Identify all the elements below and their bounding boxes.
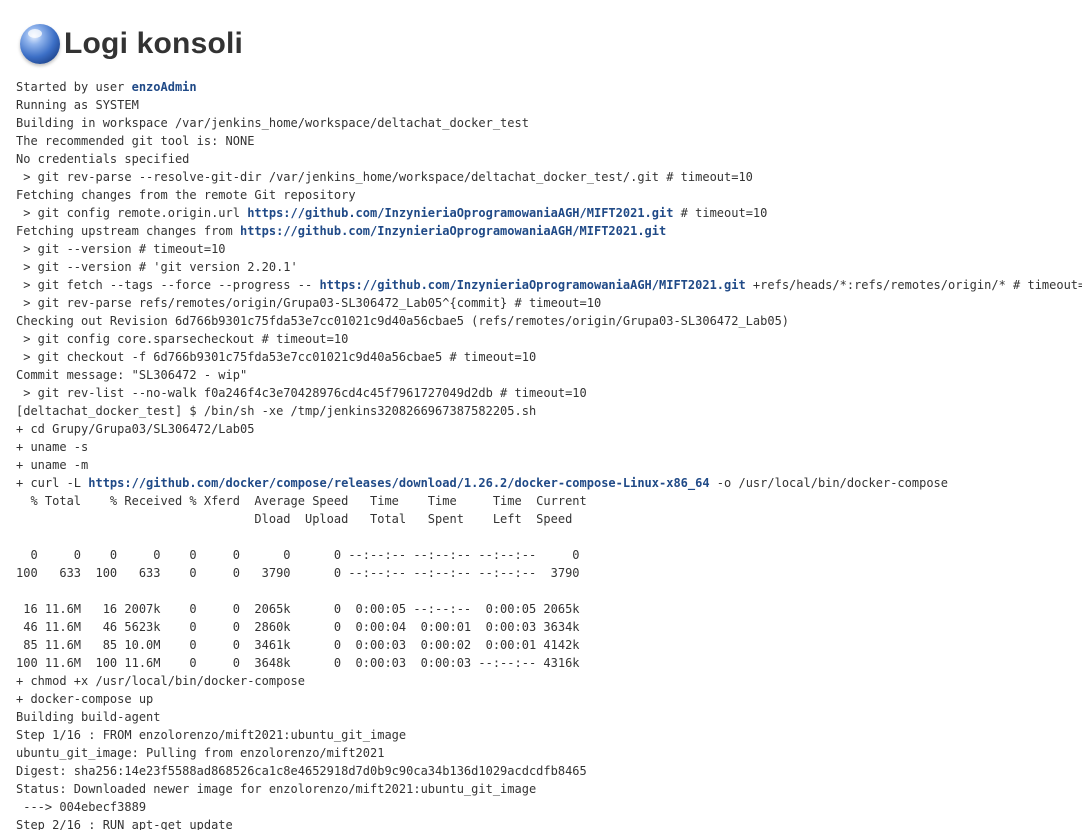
console-line: > git fetch --tags --force --progress --… xyxy=(16,276,1082,294)
console-text: % Total % Received % Xferd Average Speed… xyxy=(16,494,587,508)
console-line: > git config remote.origin.url https://g… xyxy=(16,204,1082,222)
console-link[interactable]: https://github.com/docker/compose/releas… xyxy=(88,476,709,490)
console-link[interactable]: https://github.com/InzynieriaOprogramowa… xyxy=(240,224,666,238)
console-link[interactable]: https://github.com/InzynieriaOprogramowa… xyxy=(247,206,673,220)
console-line: Commit message: "SL306472 - wip" xyxy=(16,366,1082,384)
console-text: Commit message: "SL306472 - wip" xyxy=(16,368,248,382)
console-line: Building in workspace /var/jenkins_home/… xyxy=(16,114,1082,132)
console-line: 0 0 0 0 0 0 0 0 --:--:-- --:--:-- --:--:… xyxy=(16,546,1082,564)
console-text: > git rev-parse --resolve-git-dir /var/j… xyxy=(16,170,753,184)
console-line: + chmod +x /usr/local/bin/docker-compose xyxy=(16,672,1082,690)
console-text: # timeout=10 xyxy=(673,206,768,220)
console-line: ubuntu_git_image: Pulling from enzoloren… xyxy=(16,744,1082,762)
console-text: ubuntu_git_image: Pulling from enzoloren… xyxy=(16,746,385,760)
console-text: > git --version # 'git version 2.20.1' xyxy=(16,260,298,274)
console-line: ---> 004ebecf3889 xyxy=(16,798,1082,816)
console-line: > git rev-list --no-walk f0a246f4c3e7042… xyxy=(16,384,1082,402)
console-line: 100 11.6M 100 11.6M 0 0 3648k 0 0:00:03 … xyxy=(16,654,1082,672)
console-text: + docker-compose up xyxy=(16,692,154,706)
console-line: > git config core.sparsecheckout # timeo… xyxy=(16,330,1082,348)
console-line: + uname -m xyxy=(16,456,1082,474)
console-line: + curl -L https://github.com/docker/comp… xyxy=(16,474,1082,492)
console-text: > git fetch --tags --force --progress -- xyxy=(16,278,320,292)
console-line: Building build-agent xyxy=(16,708,1082,726)
console-link[interactable]: https://github.com/InzynieriaOprogramowa… xyxy=(319,278,745,292)
console-text: Fetching changes from the remote Git rep… xyxy=(16,188,356,202)
console-line: Step 2/16 : RUN apt-get update xyxy=(16,816,1082,830)
console-line: Running as SYSTEM xyxy=(16,96,1082,114)
console-text: Status: Downloaded newer image for enzol… xyxy=(16,782,537,796)
console-line: 16 11.6M 16 2007k 0 0 2065k 0 0:00:05 --… xyxy=(16,600,1082,618)
console-orb-icon xyxy=(20,24,60,64)
console-line: > git rev-parse --resolve-git-dir /var/j… xyxy=(16,168,1082,186)
console-text: The recommended git tool is: NONE xyxy=(16,134,255,148)
user-link[interactable]: enzoAdmin xyxy=(132,80,197,94)
console-line: Dload Upload Total Spent Left Speed xyxy=(16,510,1082,528)
console-text: Step 1/16 : FROM enzolorenzo/mift2021:ub… xyxy=(16,728,407,742)
console-line: % Total % Received % Xferd Average Speed… xyxy=(16,492,1082,510)
console-text: > git --version # timeout=10 xyxy=(16,242,226,256)
console-text: + curl -L xyxy=(16,476,89,490)
console-line: Step 1/16 : FROM enzolorenzo/mift2021:ub… xyxy=(16,726,1082,744)
console-text: ---> 004ebecf3889 xyxy=(16,800,147,814)
console-log-page: Logi konsoli Started by user enzoAdmin Ru… xyxy=(0,0,1082,830)
console-output: Started by user enzoAdmin Running as SYST… xyxy=(16,78,1082,830)
console-text: Step 2/16 : RUN apt-get update xyxy=(16,818,233,830)
console-line: > git --version # 'git version 2.20.1' xyxy=(16,258,1082,276)
console-text: Checking out Revision 6d766b9301c75fda53… xyxy=(16,314,790,328)
console-text: 100 633 100 633 0 0 3790 0 --:--:-- --:-… xyxy=(16,566,580,580)
console-line: [deltachat_docker_test] $ /bin/sh -xe /t… xyxy=(16,402,1082,420)
console-text: 16 11.6M 16 2007k 0 0 2065k 0 0:00:05 --… xyxy=(16,602,580,616)
console-line: Status: Downloaded newer image for enzol… xyxy=(16,780,1082,798)
console-text: -o /usr/local/bin/docker-compose xyxy=(709,476,948,490)
console-text: > git config core.sparsecheckout # timeo… xyxy=(16,332,349,346)
console-text: > git rev-parse refs/remotes/origin/Grup… xyxy=(16,296,602,310)
console-text: Running as SYSTEM xyxy=(16,98,139,112)
console-text: [deltachat_docker_test] $ /bin/sh -xe /t… xyxy=(16,404,537,418)
console-line: + docker-compose up xyxy=(16,690,1082,708)
console-line: The recommended git tool is: NONE xyxy=(16,132,1082,150)
console-line: > git --version # timeout=10 xyxy=(16,240,1082,258)
console-text: +refs/heads/*:refs/remotes/origin/* # ti… xyxy=(745,278,1082,292)
console-line: 100 633 100 633 0 0 3790 0 --:--:-- --:-… xyxy=(16,564,1082,582)
page-header: Logi konsoli xyxy=(20,22,243,66)
console-line: + uname -s xyxy=(16,438,1082,456)
console-line: Started by user enzoAdmin xyxy=(16,78,1082,96)
console-line: 46 11.6M 46 5623k 0 0 2860k 0 0:00:04 0:… xyxy=(16,618,1082,636)
console-line: > git rev-parse refs/remotes/origin/Grup… xyxy=(16,294,1082,312)
page-title: Logi konsoli xyxy=(64,27,244,60)
console-text: + uname -m xyxy=(16,458,89,472)
console-line: Fetching upstream changes from https://g… xyxy=(16,222,1082,240)
console-line: 85 11.6M 85 10.0M 0 0 3461k 0 0:00:03 0:… xyxy=(16,636,1082,654)
console-text: 46 11.6M 46 5623k 0 0 2860k 0 0:00:04 0:… xyxy=(16,620,580,634)
console-text: > git config remote.origin.url xyxy=(16,206,248,220)
console-text: Fetching upstream changes from xyxy=(16,224,240,238)
console-text: 100 11.6M 100 11.6M 0 0 3648k 0 0:00:03 … xyxy=(16,656,580,670)
console-text: > git checkout -f 6d766b9301c75fda53e7cc… xyxy=(16,350,537,364)
console-line: No credentials specified xyxy=(16,150,1082,168)
console-text: + uname -s xyxy=(16,440,89,454)
console-text: Dload Upload Total Spent Left Speed xyxy=(16,512,573,526)
console-text: + chmod +x /usr/local/bin/docker-compose xyxy=(16,674,305,688)
console-text: Building build-agent xyxy=(16,710,161,724)
console-text: Building in workspace /var/jenkins_home/… xyxy=(16,116,529,130)
console-text: > git rev-list --no-walk f0a246f4c3e7042… xyxy=(16,386,587,400)
console-text: Started by user xyxy=(16,80,132,94)
console-text: Digest: sha256:14e23f5588ad868526ca1c8e4… xyxy=(16,764,587,778)
console-text: 0 0 0 0 0 0 0 0 --:--:-- --:--:-- --:--:… xyxy=(16,548,580,562)
console-line: Checking out Revision 6d766b9301c75fda53… xyxy=(16,312,1082,330)
console-line: Fetching changes from the remote Git rep… xyxy=(16,186,1082,204)
console-line: Digest: sha256:14e23f5588ad868526ca1c8e4… xyxy=(16,762,1082,780)
console-text: + cd Grupy/Grupa03/SL306472/Lab05 xyxy=(16,422,255,436)
console-line: + cd Grupy/Grupa03/SL306472/Lab05 xyxy=(16,420,1082,438)
console-text: 85 11.6M 85 10.0M 0 0 3461k 0 0:00:03 0:… xyxy=(16,638,580,652)
console-text: No credentials specified xyxy=(16,152,190,166)
console-line: > git checkout -f 6d766b9301c75fda53e7cc… xyxy=(16,348,1082,366)
